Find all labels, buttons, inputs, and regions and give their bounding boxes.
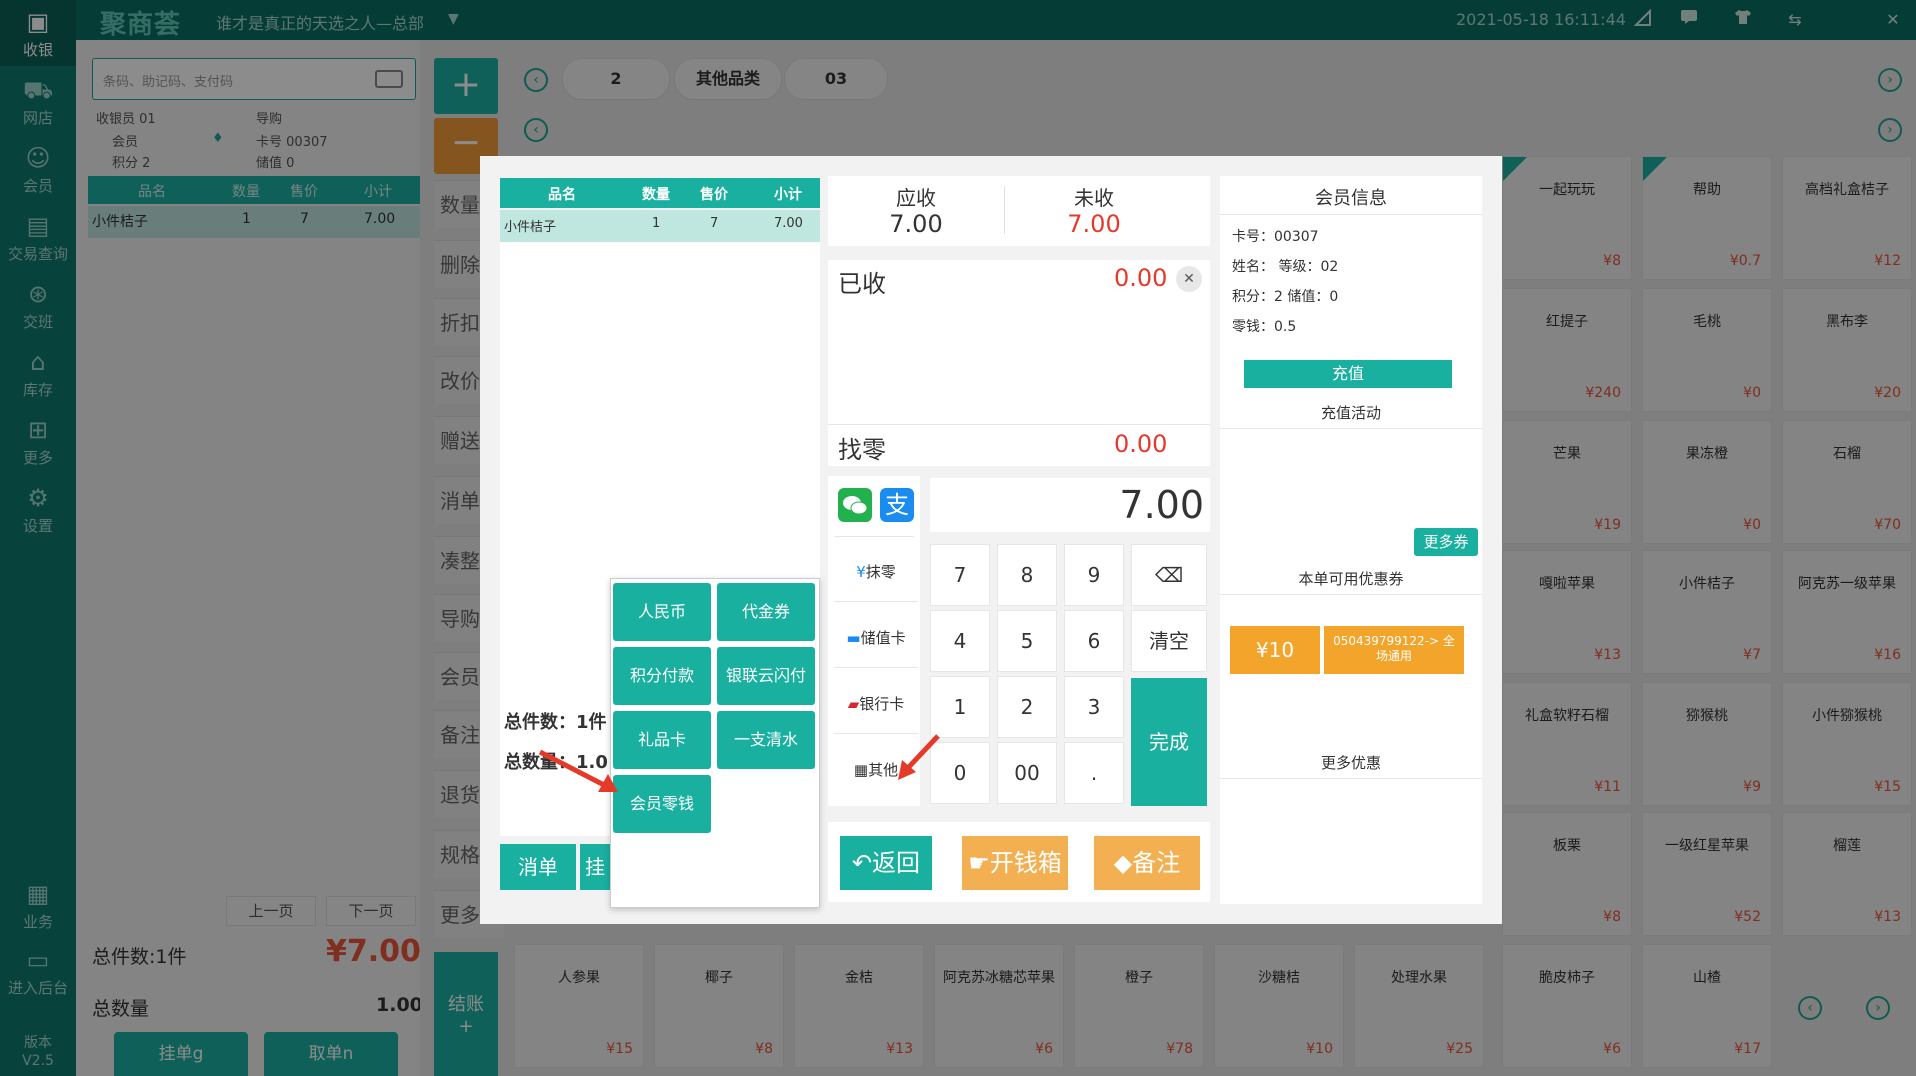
arrow-to-member-change <box>538 749 608 789</box>
arrow-to-other <box>904 734 940 772</box>
annotation-arrows <box>538 734 940 792</box>
